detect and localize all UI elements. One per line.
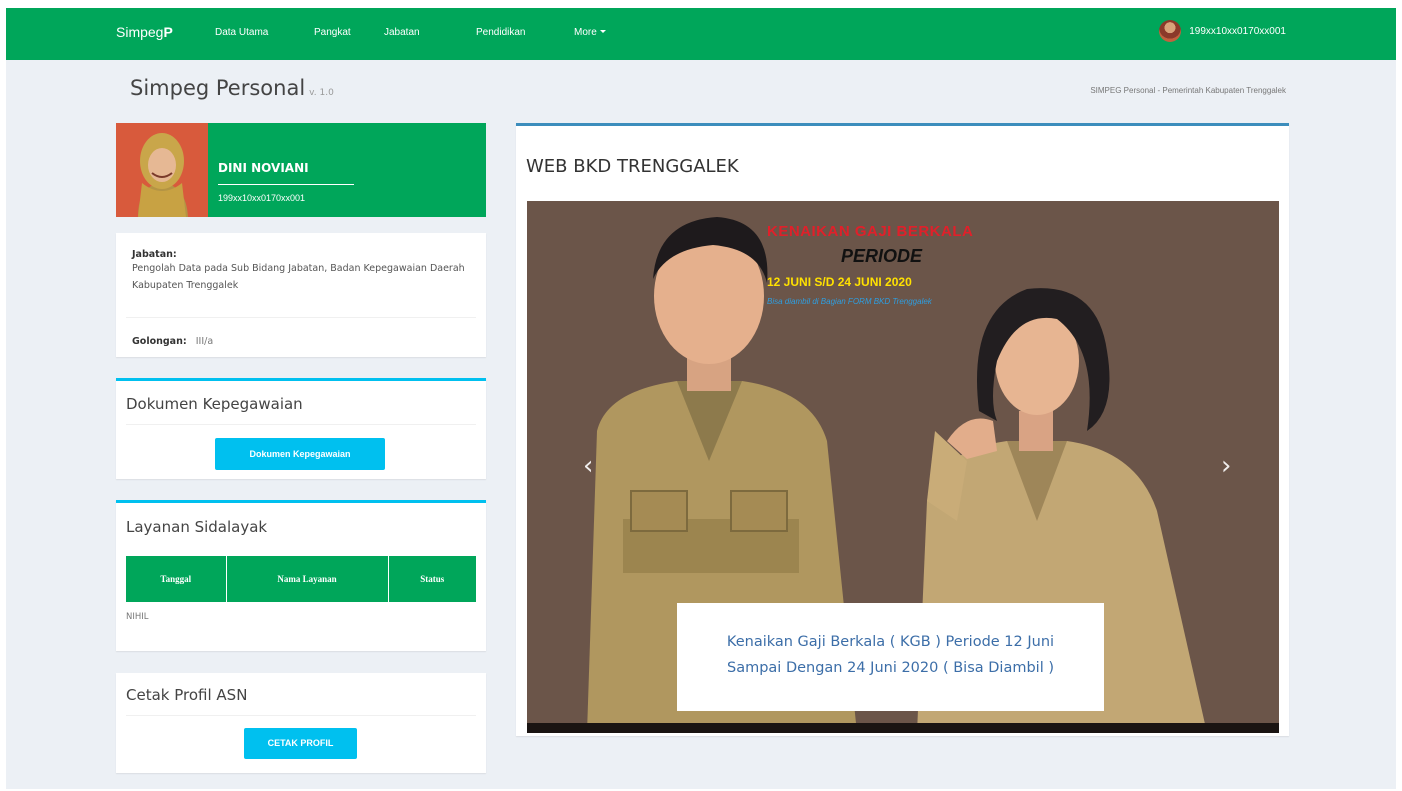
image-carousel[interactable]: KENAIKAN GAJI BERKALA PERIODE 12 JUNI S/…: [527, 201, 1279, 733]
page-title-text: Simpeg Personal: [130, 76, 306, 100]
brand-suffix: P: [163, 24, 173, 40]
nav-more[interactable]: More: [574, 27, 606, 38]
table-row: NIHIL: [126, 602, 476, 622]
cetak-divider: [126, 715, 476, 716]
dokumen-button[interactable]: Dokumen Kepegawaian: [215, 438, 385, 470]
user-avatar: [1159, 20, 1182, 42]
layanan-table: Tanggal Nama Layanan Status NIHIL: [126, 556, 476, 622]
profile-nip: 199xx10xx0170xx001: [218, 193, 306, 203]
cetak-profil-button[interactable]: CETAK PROFIL: [244, 728, 357, 759]
poster-dates: 12 JUNI S/D 24 JUNI 2020: [767, 275, 912, 289]
golongan-section: Golongan: III/a: [132, 329, 213, 350]
table-empty-cell: NIHIL: [126, 612, 149, 622]
nav-more-label: More: [574, 27, 597, 38]
page-title: Simpeg Personal v. 1.0: [130, 76, 334, 100]
jabatan-value: Pengolah Data pada Sub Bidang Jabatan, B…: [132, 263, 465, 291]
chevron-left-icon[interactable]: ‹: [583, 451, 593, 481]
col-nama-layanan: Nama Layanan: [226, 556, 389, 602]
chevron-right-icon[interactable]: ›: [1221, 451, 1231, 481]
main-title: WEB BKD TRENGGALEK: [526, 156, 739, 177]
poster-note: Bisa diambil di Bagian FORM BKD Trenggal…: [767, 297, 932, 306]
col-tanggal: Tanggal: [126, 556, 227, 602]
top-navbar: SimpegP Data Utama Pangkat Jabatan Pendi…: [6, 8, 1396, 60]
golongan-value: III/a: [195, 336, 214, 347]
layanan-box: Layanan Sidalayak Tanggal Nama Layanan S…: [116, 500, 486, 651]
dokumen-title: Dokumen Kepegawaian: [126, 395, 303, 413]
poster-periode: PERIODE: [841, 246, 923, 266]
profile-divider: [218, 184, 354, 185]
caption-line-1: Kenaikan Gaji Berkala ( KGB ) Periode 12…: [726, 634, 1055, 650]
caret-down-icon: [599, 30, 606, 33]
carousel-caption: Kenaikan Gaji Berkala ( KGB ) Periode 12…: [677, 603, 1104, 711]
page-version: v. 1.0: [309, 88, 334, 98]
dokumen-divider: [126, 424, 476, 425]
breadcrumb: SIMPEG Personal - Pemerintah Kabupaten T…: [1090, 86, 1286, 95]
jabatan-label: Jabatan:: [132, 249, 177, 260]
poster-heading: KENAIKAN GAJI BERKALA: [767, 223, 974, 240]
carousel-bottom-bar: [527, 723, 1279, 733]
nav-pangkat[interactable]: Pangkat: [314, 27, 351, 38]
cetak-box: Cetak Profil ASN CETAK PROFIL: [116, 673, 486, 773]
app-frame: SimpegP Data Utama Pangkat Jabatan Pendi…: [6, 8, 1396, 789]
profile-card: DINI NOVIANI 199xx10xx0170xx001: [116, 123, 486, 217]
brand-main: Simpeg: [116, 24, 164, 40]
profile-photo: [116, 123, 208, 217]
profile-name: DINI NOVIANI: [218, 161, 309, 175]
golongan-label: Golongan:: [132, 336, 187, 347]
nav-pendidikan[interactable]: Pendidikan: [476, 27, 525, 38]
layanan-title: Layanan Sidalayak: [126, 518, 268, 536]
caption-line-2: Sampai Dengan 24 Juni 2020 ( Bisa Diambi…: [727, 660, 1054, 676]
info-divider: [126, 317, 476, 318]
dokumen-box: Dokumen Kepegawaian Dokumen Kepegawaian: [116, 378, 486, 479]
brand-logo[interactable]: SimpegP: [116, 24, 173, 40]
table-header-row: Tanggal Nama Layanan Status: [126, 556, 476, 602]
cetak-title: Cetak Profil ASN: [126, 686, 248, 704]
nav-jabatan[interactable]: Jabatan: [384, 27, 420, 38]
profile-photo-image: [116, 123, 208, 217]
user-menu[interactable]: 199xx10xx0170xx001: [1159, 20, 1286, 42]
info-box: Jabatan: Pengolah Data pada Sub Bidang J…: [116, 233, 486, 357]
col-status: Status: [388, 556, 476, 602]
user-id: 199xx10xx0170xx001: [1189, 25, 1286, 37]
nav-data-utama[interactable]: Data Utama: [215, 27, 268, 38]
main-box: WEB BKD TRENGGALEK KENAIKAN GAJI BERKALA…: [516, 123, 1289, 736]
jabatan-section: Jabatan: Pengolah Data pada Sub Bidang J…: [132, 249, 472, 294]
